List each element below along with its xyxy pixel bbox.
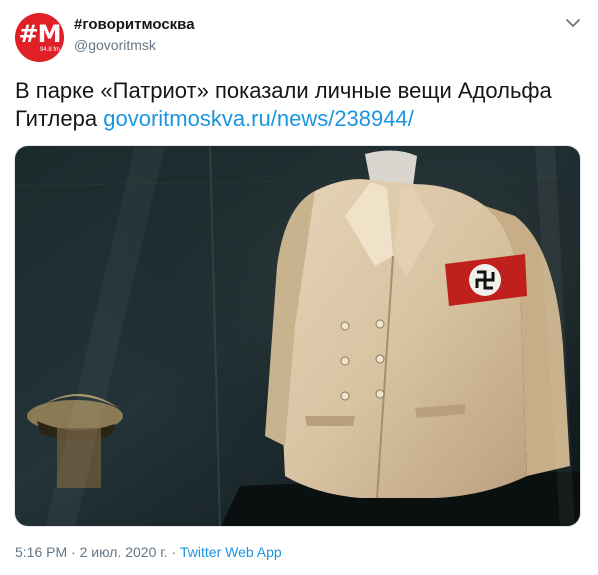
display-name[interactable]: #говоритмосква — [74, 16, 195, 34]
tweet-card: #M 94.8 fm #говоритмосква @govoritmsk В … — [0, 0, 598, 575]
chevron-down-icon — [566, 19, 580, 27]
news-link[interactable]: govoritmoskva.ru/news/238944/ — [103, 106, 414, 131]
tweet-text: В парке «Патриот» показали личные вещи А… — [15, 77, 585, 133]
tweet-date[interactable]: 2 июл. 2020 г. — [80, 544, 168, 560]
user-handle[interactable]: @govoritmsk — [74, 36, 156, 54]
tweet-source[interactable]: Twitter Web App — [180, 544, 282, 560]
meta-separator: · — [71, 544, 76, 560]
tweet-time[interactable]: 5:16 PM — [15, 544, 67, 560]
photo-display-case-jacket — [15, 146, 580, 526]
avatar[interactable]: #M 94.8 fm — [15, 13, 64, 62]
avatar-frequency: 94.8 fm — [39, 47, 60, 53]
avatar-logo-text: #M — [18, 20, 62, 48]
tweet-meta: 5:16 PM · 2 июл. 2020 г. · Twitter Web A… — [15, 543, 282, 561]
meta-separator: · — [171, 544, 177, 560]
tweet-photo[interactable] — [14, 145, 581, 527]
tweet-menu-button[interactable] — [563, 13, 583, 33]
